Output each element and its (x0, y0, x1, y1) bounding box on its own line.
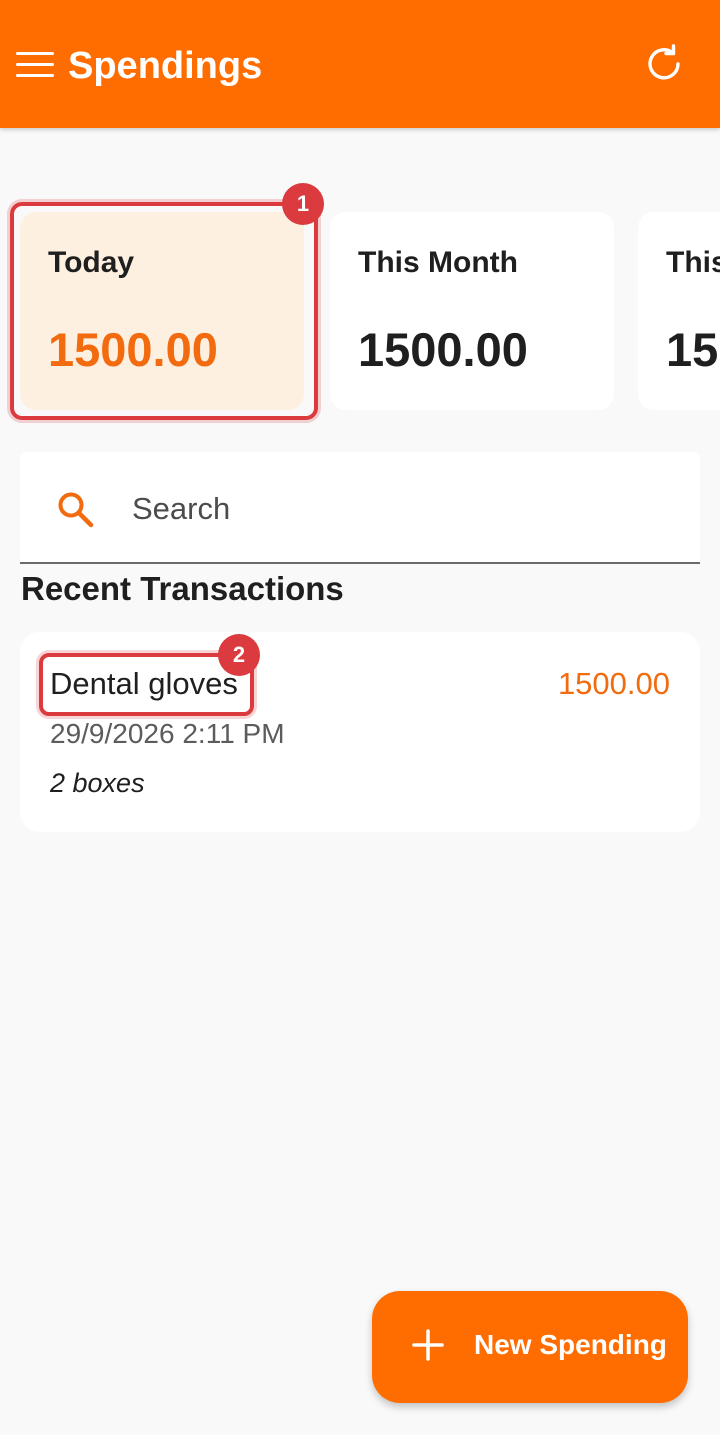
search-icon (58, 492, 94, 528)
transaction-note: 2 boxes (50, 768, 145, 798)
plus-icon (412, 1329, 444, 1361)
annotation-badge: 2 (218, 634, 260, 676)
search-input[interactable] (132, 482, 672, 536)
refresh-icon[interactable] (636, 36, 692, 92)
new-spending-button[interactable]: New Spending (372, 1291, 688, 1403)
card-label: This (666, 246, 720, 279)
hamburger-menu-icon[interactable] (16, 52, 54, 78)
new-spending-label: New Spending (474, 1329, 667, 1360)
transaction-amount: 1500.00 (557, 666, 670, 701)
summary-card-this-year[interactable]: This 15 (638, 212, 720, 410)
summary-card-this-month[interactable]: This Month 1500.00 (330, 212, 614, 410)
card-value: 15 (666, 323, 719, 376)
page-title: Spendings (68, 45, 263, 87)
card-label: This Month (358, 246, 518, 279)
search-bar[interactable] (20, 452, 700, 564)
transaction-date: 29/9/2026 2:11 PM (50, 718, 285, 749)
annotation-box (10, 202, 318, 420)
app-screen: Spendings Today 1500.00 This Month 1500.… (0, 0, 720, 1435)
section-title: Recent Transactions (21, 570, 344, 607)
annotation-badge: 1 (282, 183, 324, 225)
card-value: 1500.00 (358, 323, 528, 376)
app-bar: Spendings (0, 0, 720, 128)
